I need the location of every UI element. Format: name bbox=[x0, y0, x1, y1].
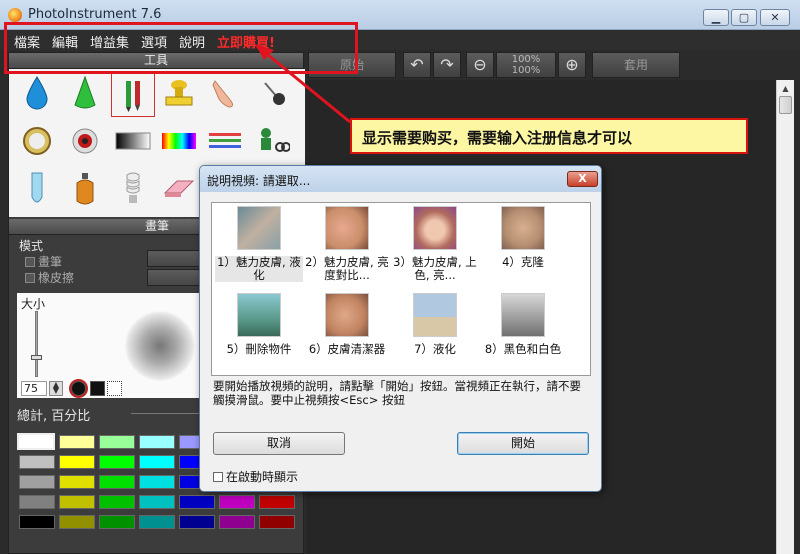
video-thumbnail bbox=[413, 206, 457, 250]
video-thumbnail bbox=[325, 206, 369, 250]
video-item-4[interactable]: 4）克隆 bbox=[479, 206, 567, 269]
video-thumbnail bbox=[237, 293, 281, 337]
video-item-5[interactable]: 5）刪除物件 bbox=[215, 293, 303, 356]
video-label: 3）魅力皮膚, 上色, 亮... bbox=[393, 255, 477, 282]
video-list: 1）魅力皮膚, 液化 2）魅力皮膚, 亮度對比... 3）魅力皮膚, 上色, 亮… bbox=[211, 202, 591, 376]
video-item-2[interactable]: 2）魅力皮膚, 亮度對比... bbox=[303, 206, 391, 282]
show-on-startup-label: 在啟動時顯示 bbox=[226, 470, 299, 484]
video-item-8[interactable]: 8）黑色和白色 bbox=[479, 293, 567, 356]
video-thumbnail bbox=[413, 293, 457, 337]
video-item-7[interactable]: 7）液化 bbox=[391, 293, 479, 356]
video-label: 2）魅力皮膚, 亮度對比... bbox=[305, 255, 389, 282]
annotation-callout: 显示需要购买，需要输入注册信息才可以 bbox=[350, 118, 748, 154]
video-label: 7）液化 bbox=[414, 342, 456, 356]
cancel-button[interactable]: 取消 bbox=[213, 432, 345, 455]
dialog-close-button[interactable]: X bbox=[567, 171, 598, 187]
close-icon: X bbox=[578, 172, 587, 185]
video-label: 1）魅力皮膚, 液化 bbox=[215, 256, 303, 282]
video-label: 8）黑色和白色 bbox=[484, 342, 562, 356]
video-item-3[interactable]: 3）魅力皮膚, 上色, 亮... bbox=[391, 206, 479, 282]
video-thumbnail bbox=[501, 293, 545, 337]
video-thumbnail bbox=[237, 206, 281, 250]
video-label: 6）皮膚清潔器 bbox=[308, 342, 386, 356]
video-label: 4）克隆 bbox=[502, 255, 544, 269]
help-video-dialog: 說明視頻: 請選取... X 1）魅力皮膚, 液化 2）魅力皮膚, 亮度對比..… bbox=[199, 165, 602, 492]
video-item-1[interactable]: 1）魅力皮膚, 液化 bbox=[215, 206, 303, 282]
show-on-startup-checkbox[interactable] bbox=[213, 472, 223, 482]
dialog-instructions: 要開始播放視頻的說明，請點擊「開始」按鈕。當視頻正在執行，請不要觸摸滑鼠。要中止… bbox=[213, 379, 581, 407]
video-thumbnail bbox=[501, 206, 545, 250]
video-item-6[interactable]: 6）皮膚清潔器 bbox=[303, 293, 391, 356]
start-button[interactable]: 開始 bbox=[457, 432, 589, 455]
show-on-startup-option[interactable]: 在啟動時顯示 bbox=[213, 468, 298, 485]
video-label: 5）刪除物件 bbox=[226, 342, 292, 356]
dialog-title: 說明視頻: 請選取... bbox=[200, 166, 601, 192]
video-thumbnail bbox=[325, 293, 369, 337]
